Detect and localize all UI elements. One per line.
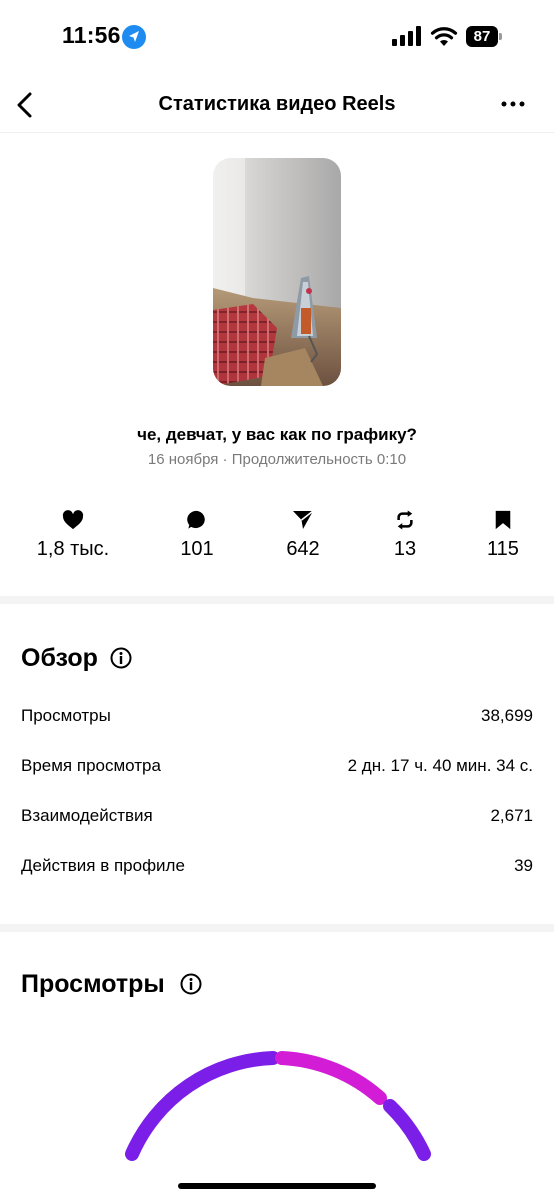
header-divider — [0, 132, 554, 133]
share-icon — [293, 510, 314, 529]
reposts-count: 13 — [393, 538, 417, 560]
cellular-signal-icon — [392, 26, 421, 46]
gauge-segment-primary — [125, 1051, 280, 1161]
overview-row-views[interactable]: Просмотры 38,699 — [21, 706, 533, 736]
comments-count: 101 — [180, 538, 214, 560]
saves-count: 115 — [487, 538, 519, 560]
overview-row-profile-actions[interactable]: Действия в профиле 39 — [21, 856, 533, 886]
row-label: Просмотры — [21, 706, 111, 725]
heart-icon — [62, 510, 84, 530]
battery-level: 87 — [466, 26, 498, 47]
section-divider — [0, 924, 554, 932]
row-label: Действия в профиле — [21, 856, 185, 875]
comment-icon — [187, 510, 205, 529]
views-gauge-chart — [125, 1051, 431, 1161]
video-caption: че, девчат, у вас как по графику? — [137, 425, 417, 444]
gauge-segment-tertiary — [383, 1099, 431, 1161]
views-title: Просмотры — [21, 970, 165, 998]
saves-metric: 115 — [448, 510, 554, 561]
row-value: 38,699 — [481, 706, 533, 725]
section-divider — [0, 596, 554, 604]
likes-count: 1,8 тыс. — [36, 538, 110, 560]
wifi-icon — [430, 27, 458, 46]
row-label: Взаимодействия — [21, 806, 153, 825]
shares-metric: 642 — [248, 510, 358, 561]
more-options-icon[interactable] — [500, 96, 526, 112]
video-thumbnail-image — [213, 158, 341, 386]
comments-metric: 101 — [142, 510, 252, 561]
reposts-metric: 13 — [350, 510, 460, 561]
overview-title: Обзор — [21, 644, 98, 672]
video-thumbnail[interactable] — [213, 158, 341, 386]
battery-tip — [499, 33, 502, 40]
video-meta: 16 ноября · Продолжительность 0:10 — [147, 451, 407, 468]
home-indicator[interactable] — [178, 1183, 376, 1189]
row-label: Время просмотра — [21, 756, 161, 775]
page-title: Статистика видео Reels — [158, 93, 396, 115]
overview-row-interactions[interactable]: Взаимодействия 2,671 — [21, 806, 533, 836]
battery-indicator: 87 — [466, 26, 502, 47]
row-value: 2,671 — [490, 806, 533, 825]
row-value: 2 дн. 17 ч. 40 мин. 34 с. — [347, 756, 533, 775]
shares-count: 642 — [286, 538, 320, 560]
repost-icon — [397, 510, 413, 530]
overview-info-icon[interactable] — [110, 647, 132, 669]
bookmark-icon — [495, 510, 511, 530]
views-info-icon[interactable] — [180, 973, 202, 995]
gauge-segment-secondary — [275, 1051, 387, 1105]
likes-metric: 1,8 тыс. — [18, 510, 128, 561]
overview-row-watch-time[interactable]: Время просмотра 2 дн. 17 ч. 40 мин. 34 с… — [21, 756, 533, 786]
row-value: 39 — [514, 856, 533, 875]
status-time: 11:56 — [62, 22, 121, 48]
location-arrow-icon — [122, 25, 146, 49]
